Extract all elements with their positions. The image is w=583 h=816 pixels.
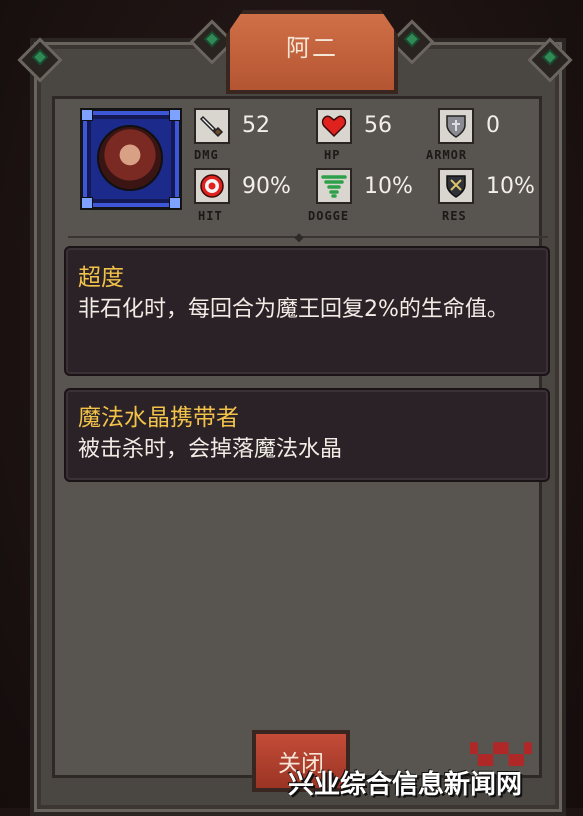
dodge-value: 10% bbox=[364, 174, 413, 199]
watermark-text: 兴业综合信息新闻网 bbox=[288, 770, 523, 800]
hit-label: HIT bbox=[198, 209, 223, 223]
skill-card: 魔法水晶携带者 被击杀时，会掉落魔法水晶 bbox=[64, 388, 550, 482]
portrait-corner-icon bbox=[169, 197, 181, 209]
portrait-corner-icon bbox=[81, 197, 93, 209]
heart-icon bbox=[316, 108, 352, 144]
res-value: 10% bbox=[486, 174, 535, 199]
skill-card: 超度 非石化时，每回合为魔王回复2%的生命值。 bbox=[64, 246, 550, 376]
divider-ornament-icon: ◆ bbox=[294, 230, 304, 244]
skill-description: 被击杀时，会掉落魔法水晶 bbox=[78, 437, 343, 462]
portrait-corner-icon bbox=[81, 109, 93, 121]
armor-label: ARMOR bbox=[426, 148, 468, 162]
sword-icon bbox=[194, 108, 230, 144]
hit-value: 90% bbox=[242, 174, 291, 199]
skill-name: 魔法水晶携带者 bbox=[78, 405, 239, 431]
res-label: RES bbox=[442, 209, 467, 223]
hp-value: 56 bbox=[364, 113, 392, 138]
character-portrait bbox=[80, 108, 182, 210]
dmg-value: 52 bbox=[242, 113, 270, 138]
tornado-icon bbox=[316, 168, 352, 204]
shield-icon bbox=[438, 108, 474, 144]
dodge-label: DOGGE bbox=[308, 209, 350, 223]
dialog-title: 阿二 bbox=[286, 34, 338, 62]
target-icon bbox=[194, 168, 230, 204]
portrait-corner-icon bbox=[169, 109, 181, 121]
hp-label: HP bbox=[324, 148, 341, 162]
dmg-label: DMG bbox=[194, 148, 219, 162]
skill-description: 非石化时，每回合为魔王回复2%的生命值。 bbox=[78, 297, 509, 322]
skill-name: 超度 bbox=[78, 265, 124, 291]
armor-value: 0 bbox=[486, 113, 500, 138]
character-face-icon bbox=[97, 125, 163, 191]
resist-shield-icon bbox=[438, 168, 474, 204]
